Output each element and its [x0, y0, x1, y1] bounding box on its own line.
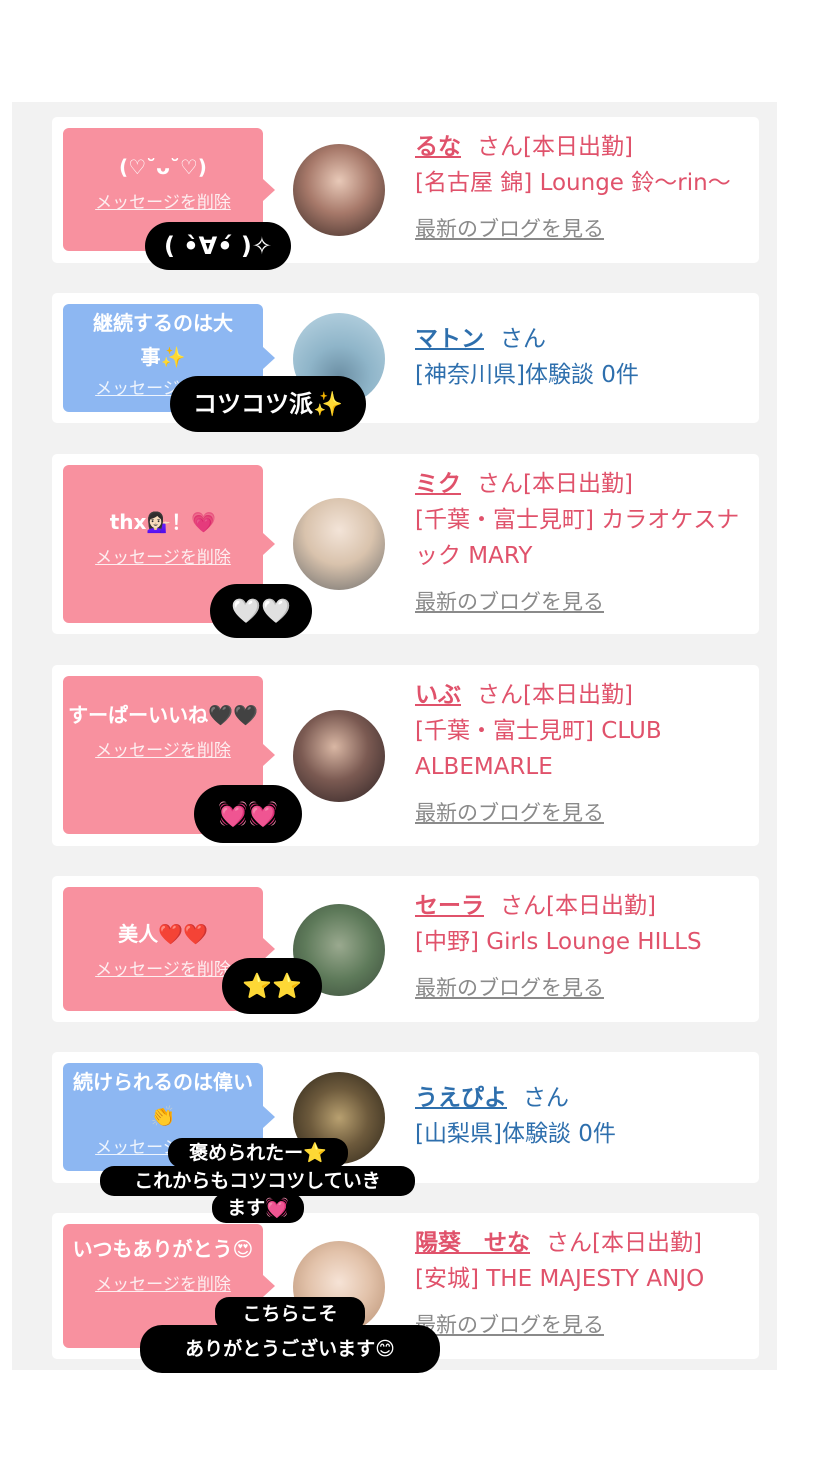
message-card: すーぱーいいね🖤🖤 メッセージを削除 いぶ さん[本日出勤] [千葉・富士見町] …: [52, 665, 759, 846]
message-text: thx💁🏻‍♀️！💗: [109, 510, 217, 534]
sticker-caption: ( •̀∀•́ )✧: [145, 222, 291, 270]
message-text: すーぱーいいね🖤🖤: [68, 703, 258, 727]
delete-message-link[interactable]: メッセージを削除: [63, 1270, 263, 1295]
message-text: 継続するのは大事✨: [93, 311, 233, 369]
latest-blog-link[interactable]: 最新のブログを見る: [415, 795, 747, 831]
user-name-link[interactable]: マトン: [415, 326, 484, 352]
sticker-caption: 褒められたー⭐️: [168, 1138, 348, 1168]
user-suffix: さん[本日出勤]: [477, 471, 633, 497]
message-text: (♡˘ᴗ˘♡): [119, 155, 207, 179]
sticker-caption: ます💓: [212, 1193, 304, 1223]
shop-link[interactable]: [中野] Girls Lounge HILLS: [415, 924, 747, 960]
delete-message-link[interactable]: メッセージを削除: [63, 736, 263, 761]
shop-link[interactable]: [千葉・富士見町] カラオケスナック MARY: [415, 502, 747, 574]
latest-blog-link[interactable]: 最新のブログを見る: [415, 211, 747, 247]
user-suffix: さん[本日出勤]: [477, 682, 633, 708]
latest-blog-link[interactable]: 最新のブログを見る: [415, 584, 747, 620]
sticker-caption: 💓💓: [194, 785, 302, 843]
user-name-link[interactable]: ミク: [415, 471, 461, 497]
message-card: 美人❤️❤️ メッセージを削除 セーラ さん[本日出勤] [中野] Girls L…: [52, 876, 759, 1022]
message-card: 継続するのは大事✨ メッセージを削除 マトン さん [神奈川県]体験談 0件: [52, 293, 759, 423]
user-name-link[interactable]: セーラ: [415, 893, 484, 919]
user-name-link[interactable]: うえぴよ: [415, 1085, 507, 1111]
user-name-link[interactable]: いぶ: [415, 682, 461, 708]
latest-blog-link[interactable]: 最新のブログを見る: [415, 1307, 747, 1343]
sticker-caption: これからもコツコツしていき: [100, 1166, 415, 1196]
sticker-caption: ⭐️⭐️: [222, 958, 322, 1014]
sticker-caption: 🤍🤍: [210, 584, 312, 638]
message-text: 美人❤️❤️: [118, 922, 208, 946]
avatar[interactable]: [293, 144, 385, 236]
delete-message-link[interactable]: メッセージを削除: [63, 543, 263, 568]
user-suffix: さん[本日出勤]: [546, 1230, 702, 1256]
avatar[interactable]: [293, 710, 385, 802]
message-card: 続けられるのは偉い👏 メッセージを削除 うえぴよ さん [山梨県]体験談 0件: [52, 1052, 759, 1183]
shop-link[interactable]: [名古屋 錦] Lounge 鈴〜rin〜: [415, 165, 747, 201]
sticker-caption: コツコツ派✨: [170, 376, 366, 432]
shop-link[interactable]: [神奈川県]体験談 0件: [415, 357, 747, 393]
user-suffix: さん[本日出勤]: [500, 893, 656, 919]
user-suffix: さん[本日出勤]: [477, 134, 633, 160]
user-name-link[interactable]: るな: [415, 134, 461, 160]
user-name-link[interactable]: 陽葵 せな: [415, 1230, 530, 1256]
avatar[interactable]: [293, 498, 385, 590]
user-suffix: さん: [523, 1085, 569, 1111]
shop-link[interactable]: [山梨県]体験談 0件: [415, 1116, 747, 1152]
shop-link[interactable]: [安城] THE MAJESTY ANJO: [415, 1261, 747, 1297]
shop-link[interactable]: [千葉・富士見町] CLUB ALBEMARLE: [415, 713, 747, 785]
message-card: thx💁🏻‍♀️！💗 メッセージを削除 ミク さん[本日出勤] [千葉・富士見町]…: [52, 454, 759, 634]
user-suffix: さん: [500, 326, 546, 352]
sticker-caption: ありがとうございます😊: [140, 1325, 440, 1373]
message-text: いつもありがとう😍: [72, 1237, 254, 1261]
delete-message-link[interactable]: メッセージを削除: [63, 188, 263, 213]
latest-blog-link[interactable]: 最新のブログを見る: [415, 970, 747, 1006]
message-text: 続けられるのは偉い👏: [73, 1070, 253, 1128]
